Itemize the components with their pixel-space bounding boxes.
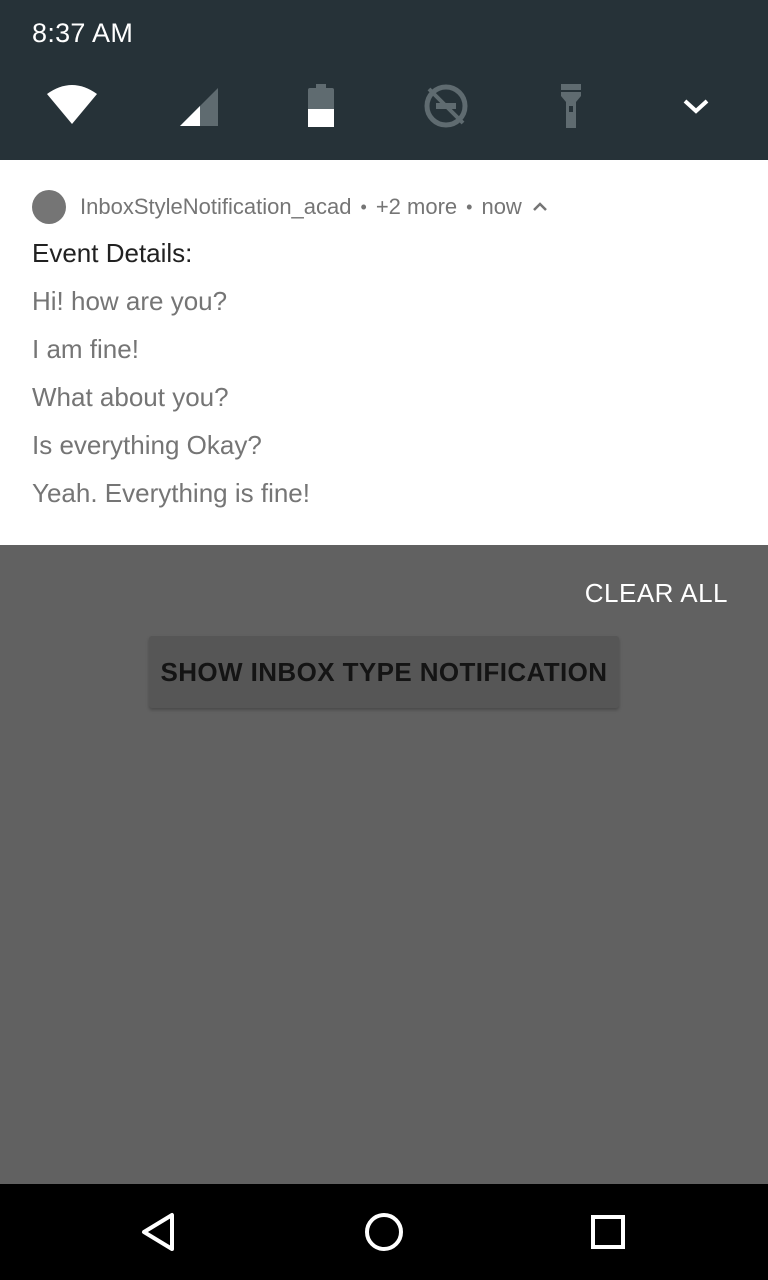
inbox-line: I am fine!	[32, 334, 139, 364]
inbox-line: Hi! how are you?	[32, 286, 228, 316]
show-inbox-notification-button[interactable]: SHOW INBOX TYPE NOTIFICATION	[149, 636, 619, 708]
data-saver-off-icon[interactable]	[420, 80, 472, 132]
back-icon[interactable]	[134, 1206, 186, 1258]
inbox-notification[interactable]: InboxStyleNotification_acad • +2 more • …	[0, 160, 768, 545]
collapse-chevron-icon[interactable]	[532, 201, 548, 213]
status-time: 8:37 AM	[32, 18, 134, 48]
inbox-line: Yeah. Everything is fine!	[32, 478, 310, 508]
header-separator: •	[466, 196, 473, 217]
cell-signal-icon[interactable]	[172, 80, 224, 132]
quick-settings-shade: 8:37 AM	[0, 0, 768, 160]
inbox-line: Is everything Okay?	[32, 430, 262, 460]
expand-chevron-icon[interactable]	[670, 80, 722, 132]
more-count: +2 more	[375, 194, 458, 219]
app-icon	[32, 190, 66, 224]
recents-icon[interactable]	[582, 1206, 634, 1258]
app-name: InboxStyleNotification_acad	[80, 194, 352, 219]
wifi-icon[interactable]	[46, 80, 98, 132]
battery-icon[interactable]	[295, 80, 347, 132]
notification-header: InboxStyleNotification_acad • +2 more • …	[32, 190, 548, 224]
inbox-line: What about you?	[32, 382, 229, 412]
notification-title: Event Details:	[32, 238, 193, 268]
notification-time: now	[481, 194, 522, 219]
navigation-bar	[0, 1184, 768, 1280]
home-icon[interactable]	[358, 1206, 410, 1258]
screen: 8:37 AM InboxStyleNotification_acad • +2…	[0, 0, 768, 1280]
flashlight-icon[interactable]	[545, 80, 597, 132]
clear-all-button[interactable]: CLEAR ALL	[585, 578, 728, 609]
header-separator: •	[360, 196, 367, 217]
